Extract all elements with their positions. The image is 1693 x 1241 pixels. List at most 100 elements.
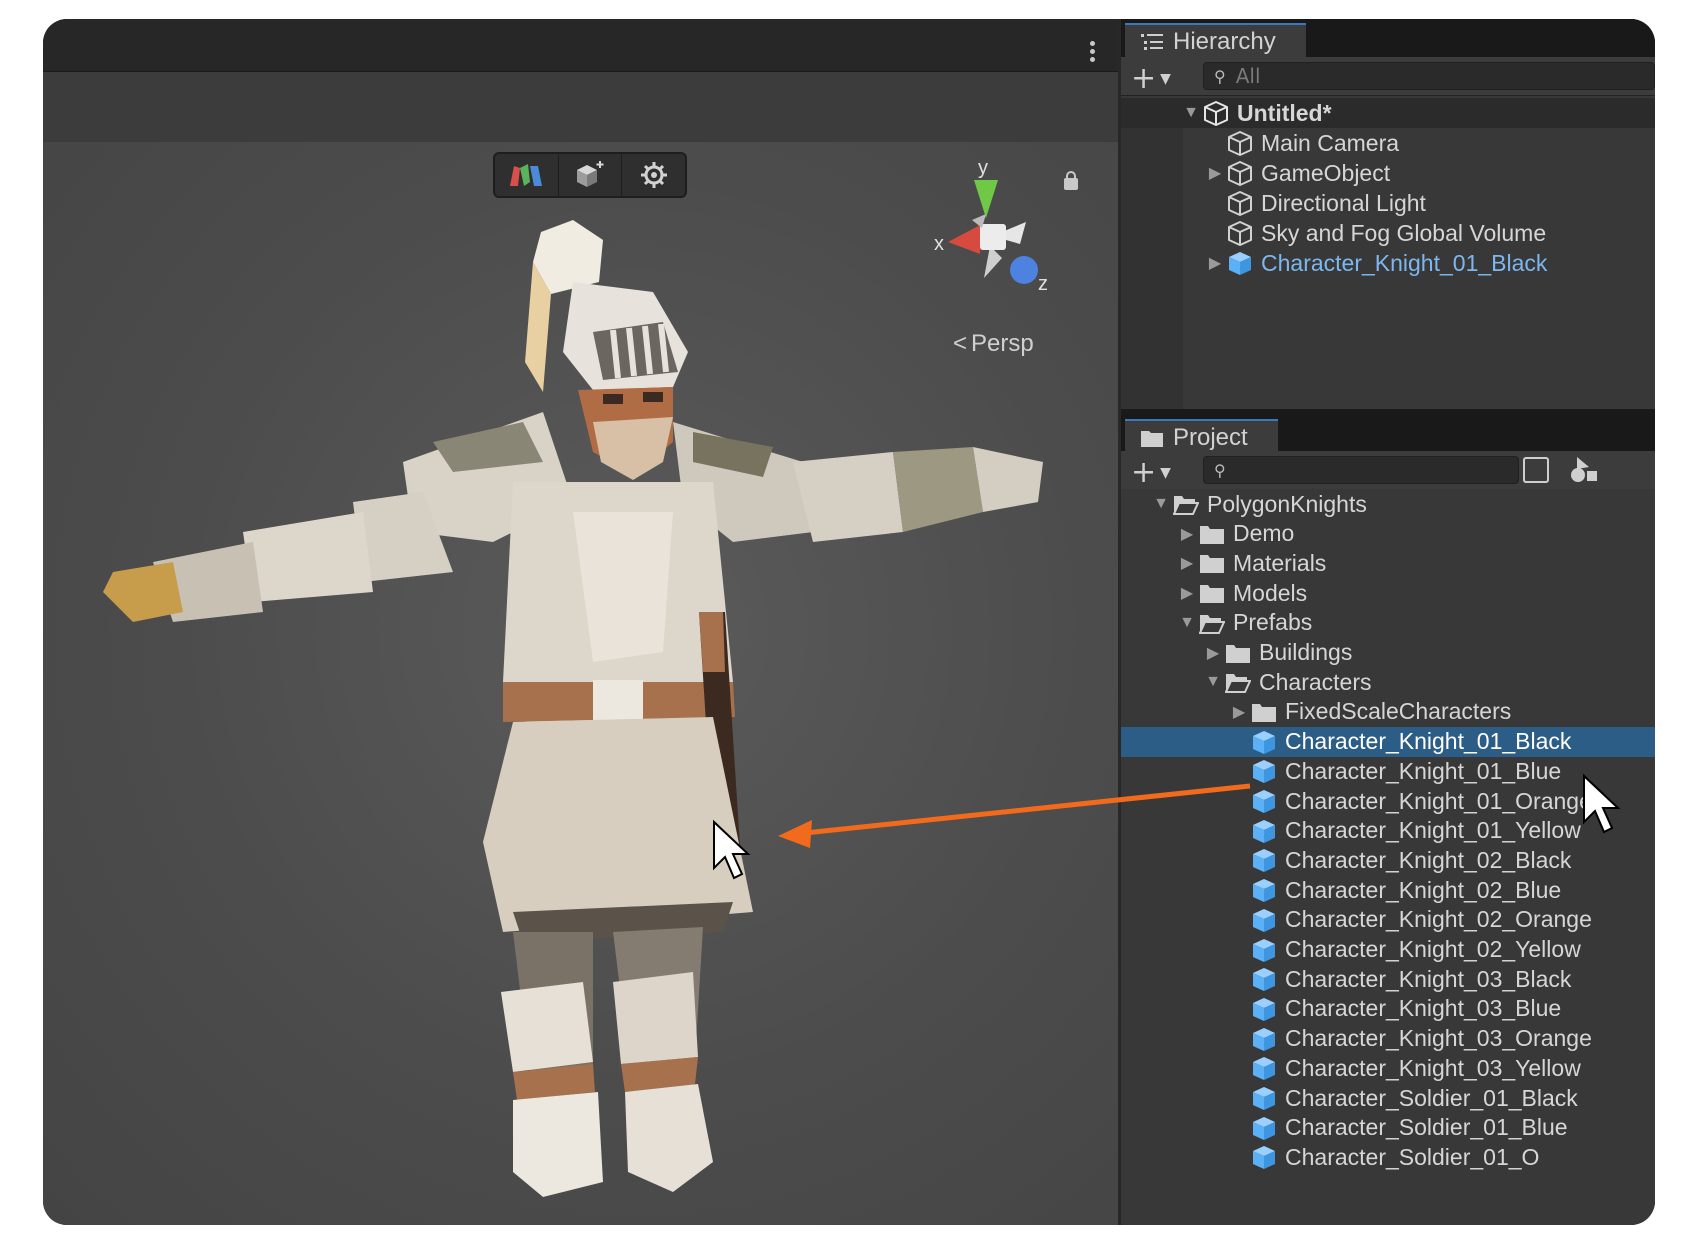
- folder-open-icon: [1171, 491, 1201, 517]
- row-label: Characters: [1259, 668, 1372, 695]
- row-label: Buildings: [1259, 639, 1353, 665]
- row-label: Character_Knight_01_Black: [1261, 249, 1548, 276]
- row-label: Sky and Fog Global Volume: [1261, 219, 1547, 246]
- hierarchy-toolbar: + ▼ ⚲ All: [1121, 57, 1655, 96]
- project-toolbar: + ▼ ⚲: [1121, 451, 1655, 490]
- search-by-label-icon[interactable]: [1569, 457, 1597, 483]
- scene-toolbar: [43, 72, 1118, 142]
- hierarchy-item[interactable]: ▶ GameObject: [1121, 158, 1655, 188]
- gameobject-cube-icon: [1225, 190, 1255, 216]
- project-tree: ▼ PolygonKnights ▶ Demo ▶ Materials ▶ Models ▼ Pr…: [1121, 489, 1655, 1225]
- hierarchy-item[interactable]: Sky and Fog Global Volume: [1121, 218, 1655, 248]
- scene-view[interactable]: y x z < Persp: [43, 19, 1118, 1225]
- expand-arrow-down-icon[interactable]: ▼: [1151, 495, 1171, 513]
- project-folder-item[interactable]: ▶ Materials: [1121, 548, 1655, 578]
- project-prefab-item[interactable]: Character_Knight_02_Blue: [1121, 875, 1655, 905]
- row-label: Main Camera: [1261, 129, 1400, 156]
- expand-arrow-down-icon[interactable]: ▼: [1181, 104, 1201, 122]
- project-prefab-item[interactable]: Character_Knight_01_Blue: [1121, 756, 1655, 786]
- row-label: Character_Knight_01_Black: [1285, 728, 1572, 755]
- project-prefab-item[interactable]: Character_Soldier_01_Black: [1121, 1083, 1655, 1113]
- hierarchy-tree: ▼ Untitled* Main Camera ▶ GameObject Directio…: [1121, 96, 1655, 409]
- row-label: Character_Knight_03_Yellow: [1285, 1054, 1581, 1081]
- project-folder-item[interactable]: ▶ Demo: [1121, 519, 1655, 549]
- project-prefab-item[interactable]: Character_Knight_03_Orange: [1121, 1024, 1655, 1054]
- row-label: PolygonKnights: [1207, 490, 1367, 517]
- project-folder-item[interactable]: ▼ PolygonKnights: [1121, 489, 1655, 519]
- project-folder-item[interactable]: ▶ Buildings: [1121, 638, 1655, 668]
- row-label: Materials: [1233, 549, 1327, 576]
- hierarchy-create-button[interactable]: + ▼: [1131, 61, 1171, 96]
- scene-tab-bar: [43, 19, 1118, 72]
- folder-icon: [1197, 550, 1227, 576]
- row-label: Character_Soldier_01_O: [1285, 1143, 1540, 1170]
- hierarchy-search-input[interactable]: ⚲ All: [1203, 62, 1655, 90]
- folder-icon: [1141, 431, 1163, 447]
- expand-arrow-down-icon[interactable]: ▼: [1177, 614, 1197, 632]
- gizmo-y-label: y: [978, 158, 988, 179]
- prefab-cube-icon: [1249, 729, 1279, 755]
- folder-icon: [1197, 521, 1227, 547]
- row-label: Character_Knight_02_Orange: [1285, 906, 1592, 933]
- chevron-down-icon: ▼: [1160, 464, 1171, 481]
- project-prefab-item[interactable]: Character_Knight_03_Blue: [1121, 994, 1655, 1024]
- unity-logo-icon[interactable]: [495, 154, 559, 196]
- prefab-cube-icon: [1249, 1115, 1279, 1141]
- expand-arrow-down-icon[interactable]: ▼: [1203, 673, 1223, 691]
- project-prefab-item[interactable]: Character_Knight_03_Black: [1121, 964, 1655, 994]
- prefab-cube-icon: [1249, 818, 1279, 844]
- row-label: Character_Knight_03_Black: [1285, 965, 1572, 992]
- scene-row-untitled[interactable]: ▼ Untitled*: [1121, 98, 1655, 128]
- folder-open-icon: [1197, 610, 1227, 636]
- prefab-cube-icon: [1249, 966, 1279, 992]
- scene-viewport[interactable]: y x z < Persp: [43, 142, 1118, 1225]
- unity-editor-window: y x z < Persp Hierarchy + ▼ ⚲ All ▼ Unti…: [43, 19, 1655, 1225]
- project-prefab-item[interactable]: Character_Knight_01_Black: [1121, 726, 1655, 757]
- project-folder-item[interactable]: ▶ Models: [1121, 578, 1655, 608]
- project-folder-item[interactable]: ▼ Characters: [1121, 667, 1655, 697]
- tab-hierarchy[interactable]: Hierarchy: [1125, 23, 1306, 59]
- project-search-input[interactable]: ⚲: [1203, 456, 1519, 484]
- kebab-menu-icon[interactable]: [1090, 41, 1096, 65]
- hierarchy-item[interactable]: Main Camera: [1121, 128, 1655, 158]
- project-folder-item[interactable]: ▶ FixedScaleCharacters: [1121, 697, 1655, 727]
- project-prefab-item[interactable]: Character_Knight_02_Black: [1121, 845, 1655, 875]
- expand-arrow-right-icon[interactable]: ▶: [1205, 163, 1225, 183]
- chevron-down-icon: ▼: [1160, 70, 1171, 87]
- hierarchy-item[interactable]: Directional Light: [1121, 188, 1655, 218]
- knight-character-model[interactable]: [73, 212, 1073, 1222]
- expand-arrow-right-icon[interactable]: ▶: [1229, 702, 1249, 722]
- prefab-cube-icon: [1249, 937, 1279, 963]
- hierarchy-list-icon: [1141, 34, 1163, 50]
- add-gameobject-icon[interactable]: [559, 154, 623, 196]
- expand-arrow-right-icon[interactable]: ▶: [1203, 643, 1223, 663]
- row-label: Character_Knight_01_Blue: [1285, 757, 1562, 784]
- search-by-type-icon[interactable]: [1523, 457, 1549, 483]
- prefab-cube-icon: [1249, 1055, 1279, 1081]
- settings-gear-icon[interactable]: [622, 154, 685, 196]
- hierarchy-item[interactable]: ▶ Character_Knight_01_Black: [1121, 248, 1655, 278]
- expand-arrow-right-icon[interactable]: ▶: [1205, 253, 1225, 273]
- row-label: Character_Knight_02_Yellow: [1285, 936, 1581, 962]
- right-panels: Hierarchy + ▼ ⚲ All ▼ Untitled* Main Camera…: [1121, 19, 1655, 1225]
- project-prefab-item[interactable]: Character_Knight_03_Yellow: [1121, 1053, 1655, 1083]
- project-folder-item[interactable]: ▼ Prefabs: [1121, 608, 1655, 638]
- project-prefab-item[interactable]: Character_Knight_02_Yellow: [1121, 935, 1655, 965]
- unity-scene-icon: [1201, 100, 1231, 126]
- tab-hierarchy-label: Hierarchy: [1173, 28, 1276, 55]
- lock-icon[interactable]: [1064, 171, 1078, 190]
- expand-arrow-right-icon[interactable]: ▶: [1177, 553, 1197, 573]
- project-prefab-item[interactable]: Character_Soldier_01_O: [1121, 1142, 1655, 1172]
- tab-project[interactable]: Project: [1125, 419, 1278, 455]
- project-prefab-item[interactable]: Character_Soldier_01_Blue: [1121, 1113, 1655, 1143]
- expand-arrow-right-icon[interactable]: ▶: [1177, 583, 1197, 603]
- project-prefab-item[interactable]: Character_Knight_01_Orange: [1121, 786, 1655, 816]
- project-prefab-item[interactable]: Character_Knight_01_Yellow: [1121, 816, 1655, 846]
- expand-arrow-right-icon[interactable]: ▶: [1177, 524, 1197, 544]
- prefab-cube-icon: [1249, 907, 1279, 933]
- folder-icon: [1223, 640, 1253, 666]
- project-prefab-item[interactable]: Character_Knight_02_Orange: [1121, 905, 1655, 935]
- project-tab-bar: Project: [1121, 415, 1655, 455]
- project-create-button[interactable]: + ▼: [1131, 455, 1171, 490]
- row-label: GameObject: [1261, 159, 1391, 186]
